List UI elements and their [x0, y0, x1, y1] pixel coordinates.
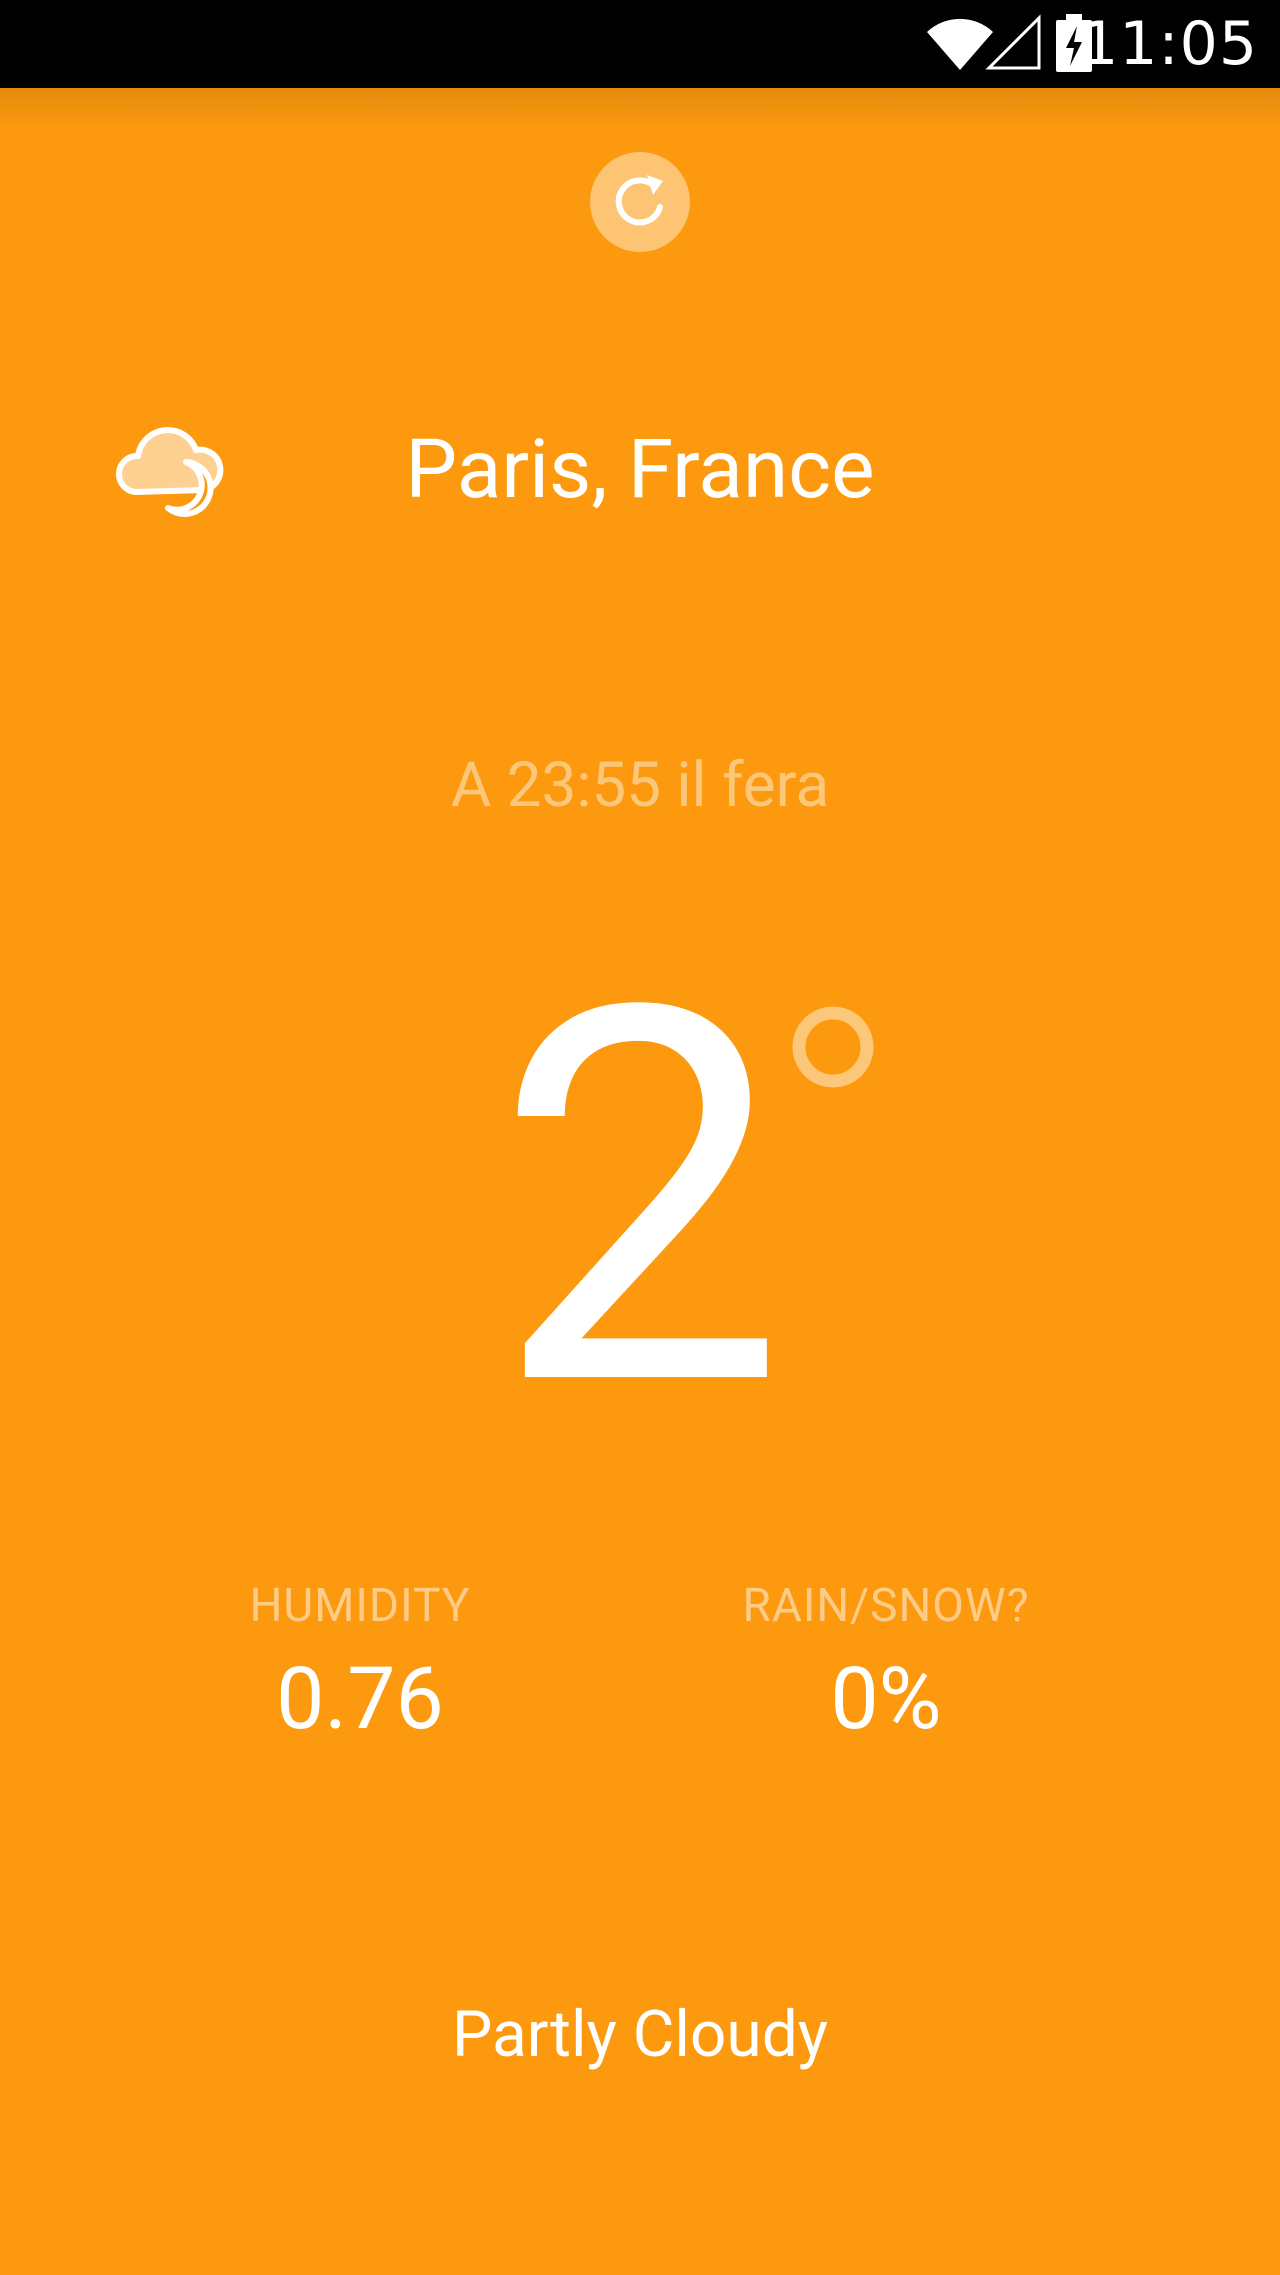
refresh-button[interactable]: [590, 152, 690, 252]
humidity-block: HUMIDITY 0.76: [150, 1574, 570, 1754]
refresh-icon: [615, 175, 663, 226]
precipitation-block: RAIN/SNOW? 0%: [676, 1574, 1096, 1754]
weather-summary: Partly Cloudy: [451, 1997, 829, 2072]
location-label: Paris, France: [405, 422, 875, 518]
temperature-value: 2: [493, 895, 787, 1504]
humidity-label: HUMIDITY: [249, 1579, 471, 1633]
precipitation-label: RAIN/SNOW?: [742, 1579, 1030, 1633]
status-bar: 11:05: [0, 0, 1280, 88]
degree-icon: [792, 1006, 874, 1088]
humidity-value: 0.76: [276, 1648, 444, 1749]
cell-signal-icon: [985, 14, 1041, 70]
forecast-time-label: A 23:55 il fera: [450, 749, 830, 822]
status-time: 11:05: [1080, 9, 1258, 79]
precipitation-value: 0%: [830, 1648, 942, 1749]
app-bar-shadow: [0, 88, 1280, 128]
